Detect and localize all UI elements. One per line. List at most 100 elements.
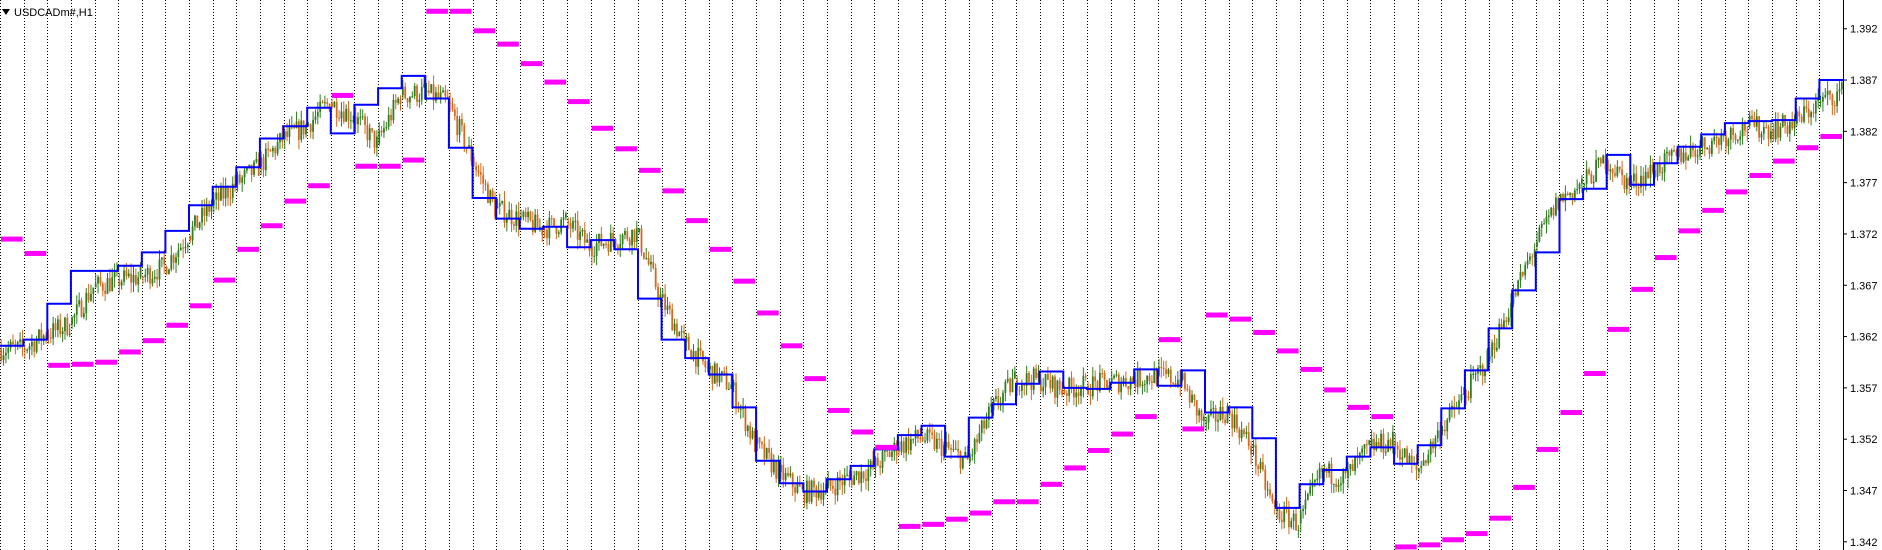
candle-body (1718, 138, 1720, 145)
level-dash (1229, 316, 1252, 322)
candle-body (56, 319, 59, 331)
level-dash (1536, 446, 1559, 452)
candle-body (959, 451, 962, 469)
candle-body (1824, 94, 1827, 97)
candle-body (1340, 483, 1342, 486)
candle-body (1148, 375, 1151, 382)
candle-body (1741, 123, 1744, 137)
candle-body (1207, 414, 1210, 423)
candle-body (548, 217, 551, 239)
candle-body (1524, 264, 1527, 276)
candle-body (1460, 394, 1463, 401)
candle-body (99, 276, 102, 284)
candle-body (1829, 90, 1831, 95)
candle-body (409, 97, 411, 103)
candle-body (671, 309, 674, 331)
candle-body (1271, 494, 1274, 502)
candle-body (385, 126, 388, 129)
candle-body (196, 215, 199, 228)
level-dash (1324, 387, 1346, 393)
candle-body (1616, 166, 1619, 176)
candle-body (1240, 429, 1243, 439)
candle-body (321, 101, 324, 103)
candle-body (602, 243, 605, 246)
candle-body (1188, 389, 1191, 403)
candle-body (1774, 121, 1777, 140)
candle-body (886, 450, 889, 452)
level-dash (355, 163, 378, 169)
candle-body (335, 102, 338, 118)
price-tick-label: 1.352 (1850, 434, 1878, 446)
candle-body (323, 102, 326, 104)
candle-body (78, 300, 81, 305)
level-dash (709, 246, 732, 252)
candle-body (983, 420, 986, 429)
candle-body (123, 270, 125, 282)
candle-body (1632, 173, 1635, 182)
candle-body (1446, 419, 1449, 432)
candle-body (309, 124, 312, 132)
candle-body (928, 429, 931, 433)
candle-body (1493, 342, 1496, 351)
candle-body (1822, 96, 1824, 102)
candle-body (1342, 469, 1345, 484)
candle-body (1819, 101, 1822, 103)
candle-body (751, 430, 754, 439)
level-dash (568, 99, 590, 105)
candle-body (1328, 463, 1330, 473)
candle-body (1162, 367, 1165, 370)
candle-body (1609, 169, 1612, 172)
candle-body (420, 86, 423, 100)
candle-body (1443, 429, 1446, 432)
candle-body (1408, 455, 1411, 464)
level-dash (662, 188, 685, 194)
candle-body (1422, 460, 1425, 466)
candle-body (787, 473, 789, 476)
candle-body (1094, 376, 1097, 382)
candle-body (1068, 377, 1071, 396)
level-dash (875, 444, 897, 450)
candle-body (846, 474, 848, 476)
candle-body (94, 283, 97, 288)
candle-body (1380, 433, 1382, 447)
candle-body (1517, 280, 1520, 296)
level-dash (946, 516, 968, 522)
level-dash (119, 349, 141, 355)
candle-body (645, 257, 648, 259)
candle-body (1195, 400, 1198, 416)
candle-body (38, 329, 40, 341)
candle-body (1202, 416, 1205, 421)
candle-body (933, 434, 936, 449)
candle-body (865, 478, 867, 481)
level-dash (1678, 228, 1701, 234)
candle-body (130, 273, 133, 283)
candle-body (1401, 457, 1404, 460)
candle-body (158, 259, 161, 280)
candle-body (891, 451, 893, 457)
candle-body (1141, 384, 1144, 386)
candle-body (791, 473, 794, 488)
candle-body (413, 85, 416, 97)
candle-body (723, 371, 726, 373)
candle-body (489, 190, 492, 204)
level-dash (213, 277, 236, 283)
candle-body (1368, 440, 1371, 445)
candle-body (980, 420, 983, 433)
candle-body (411, 96, 414, 98)
candle-body (553, 218, 555, 227)
candle-body (562, 217, 565, 220)
candle-body (971, 454, 974, 456)
candle-body (104, 290, 107, 294)
candle-body (1550, 207, 1553, 216)
candle-body (1169, 369, 1172, 383)
candle-body (938, 438, 941, 440)
candle-body (621, 234, 624, 245)
candle-body (1779, 126, 1782, 138)
candle-body (1278, 509, 1281, 520)
candle-body (642, 252, 645, 259)
candle-body (1056, 380, 1059, 398)
candle-body (274, 148, 277, 154)
price-chart[interactable]: 1.392 1.387 1.382 1.377 1.372 1.367 1.362 1.357… (0, 0, 1882, 550)
candle-body (201, 207, 203, 223)
candle-body (1160, 366, 1163, 368)
